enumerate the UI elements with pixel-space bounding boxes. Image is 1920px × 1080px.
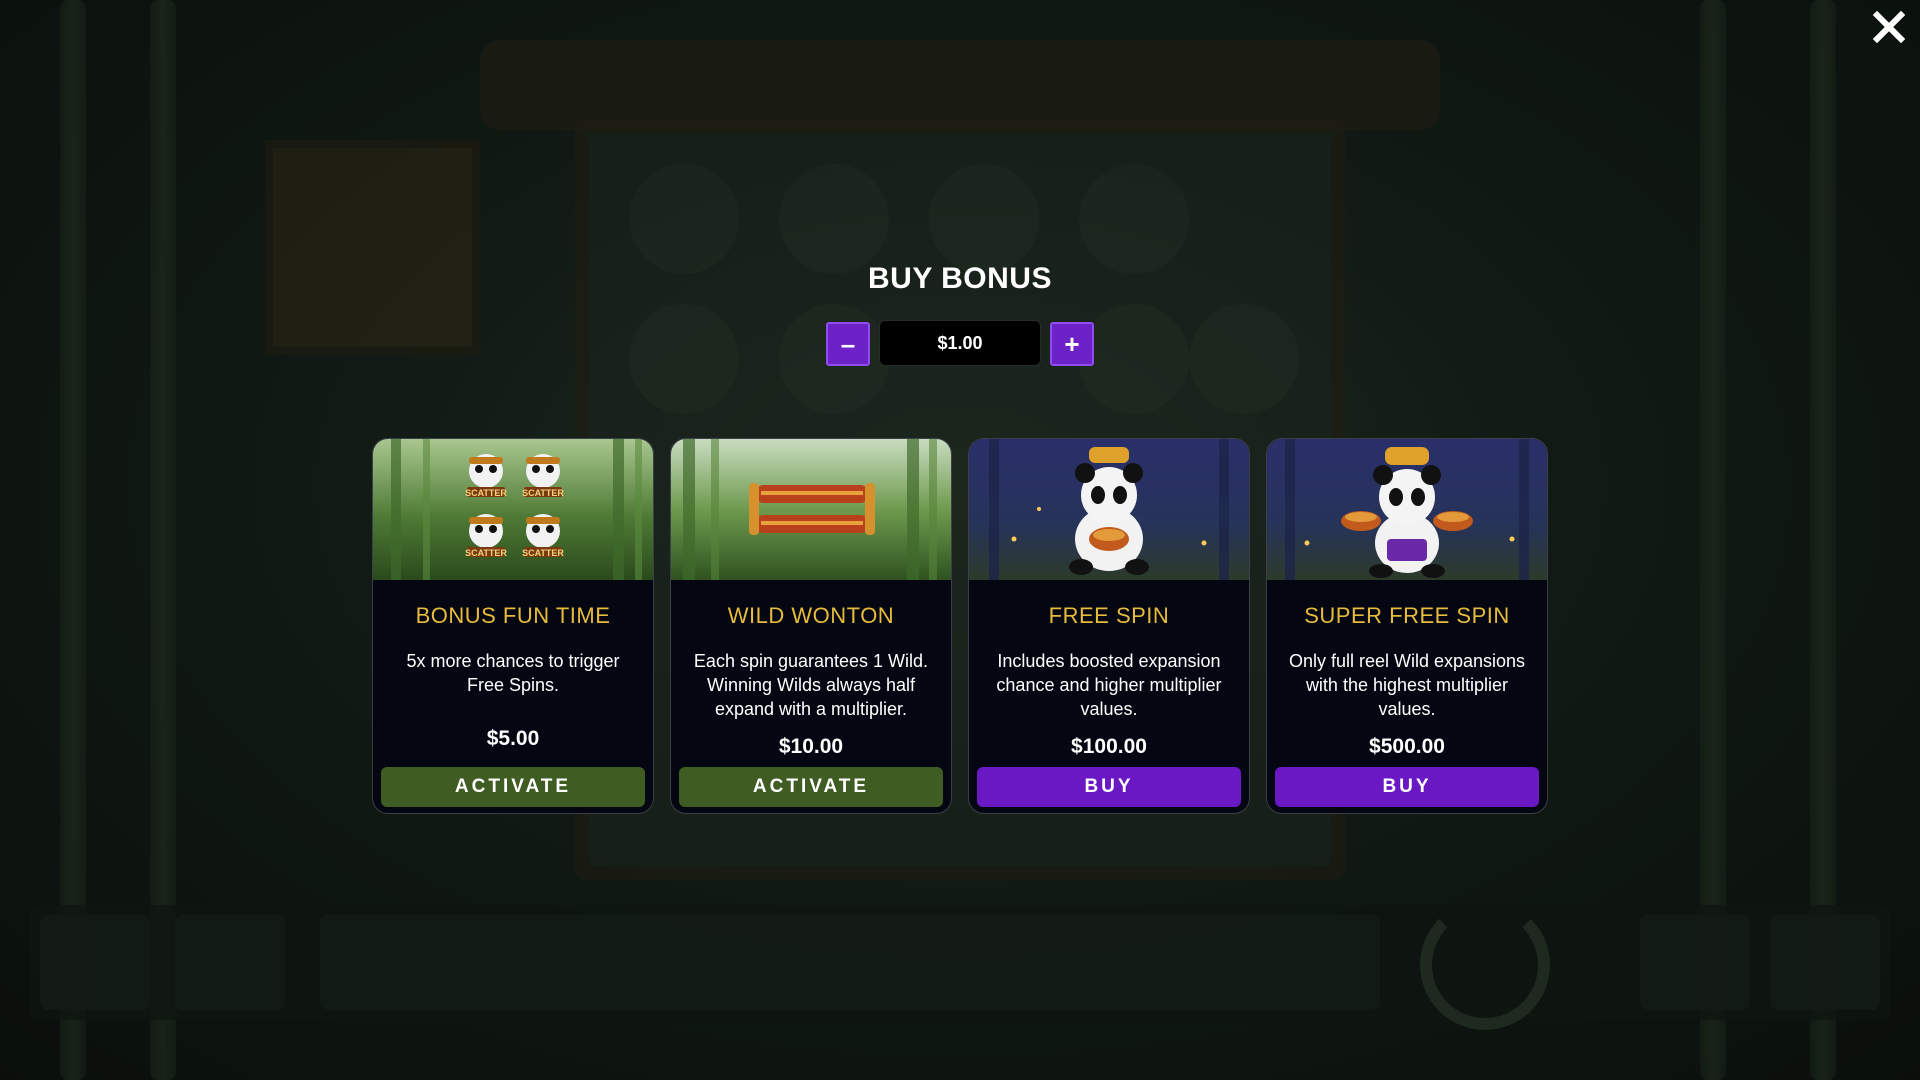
activate-button[interactable]: ACTIVATE	[381, 767, 645, 807]
close-button[interactable]	[1872, 10, 1906, 44]
background-settings-cell	[40, 915, 150, 1010]
super-free-spin-image	[1267, 439, 1547, 580]
wild-wonton-image	[671, 439, 951, 580]
panda-scatter-icon: SCATTER	[465, 454, 507, 498]
close-icon	[1872, 10, 1906, 44]
bonus-card-description: 5x more chances to trigger Free Spins.	[406, 651, 620, 695]
reel-symbol	[1079, 304, 1189, 414]
page-title: BUY BONUS	[868, 262, 1052, 295]
decrease-bet-button[interactable]: –	[826, 322, 870, 366]
background-banner	[480, 40, 1440, 130]
bonus-card-price: $5.00	[486, 727, 540, 750]
buy-button[interactable]: BUY	[1275, 767, 1539, 807]
panda-scatter-icon: SCATTER	[465, 514, 507, 558]
background-spin-ring	[1420, 900, 1550, 1030]
bonus-card-title: BONUS FUN TIME	[415, 603, 611, 628]
bonus-card-description: Each spin guarantees 1 Wild. Winning Wil…	[693, 651, 929, 719]
background-info-cell	[320, 915, 1380, 1010]
reel-symbol	[1189, 304, 1299, 414]
free-spin-image	[969, 439, 1249, 580]
bet-value-display: $1.00	[879, 320, 1041, 366]
panda-scatter-icon: SCATTER	[522, 514, 564, 558]
background-sign	[265, 140, 480, 355]
bonus-card-bonus-fun-time: SCATTER SCATTER SCATTER SCATTER BONUS FU…	[372, 438, 654, 814]
bonus-card-price: $10.00	[778, 735, 844, 758]
svg-text:SCATTER: SCATTER	[465, 548, 507, 558]
bonus-card-title: WILD WONTON	[727, 603, 895, 628]
bonus-card-free-spin: FREE SPIN Includes boosted expansion cha…	[968, 438, 1250, 814]
bonus-fun-time-image: SCATTER SCATTER SCATTER SCATTER	[373, 439, 653, 580]
svg-text:SCATTER: SCATTER	[465, 488, 507, 498]
bonus-card-title: FREE SPIN	[1048, 603, 1170, 628]
panda-scatter-icon: SCATTER	[522, 454, 564, 498]
reel-symbol	[629, 304, 739, 414]
background-menu-cell	[1640, 915, 1750, 1010]
bonus-card-description: Includes boosted expansion chance and hi…	[996, 651, 1222, 719]
reel-symbol	[929, 164, 1039, 274]
bonus-card-super-free-spin: SUPER FREE SPIN Only full reel Wild expa…	[1266, 438, 1548, 814]
bonus-card-wild-wonton: WILD WONTON Each spin guarantees 1 Wild.…	[670, 438, 952, 814]
bonus-card-price: $100.00	[1071, 735, 1147, 758]
activate-button[interactable]: ACTIVATE	[679, 767, 943, 807]
bonus-card-title: SUPER FREE SPIN	[1304, 603, 1510, 628]
svg-text:SCATTER: SCATTER	[522, 548, 564, 558]
bonus-card-price: $500.00	[1369, 735, 1445, 758]
reel-symbol	[1079, 164, 1189, 274]
increase-bet-button[interactable]: +	[1050, 322, 1094, 366]
svg-text:SCATTER: SCATTER	[522, 488, 564, 498]
reel-symbol	[629, 164, 739, 274]
background-game-scene	[0, 0, 1920, 1080]
bonus-card-description: Only full reel Wild expansions with the …	[1288, 651, 1526, 719]
background-sound-cell	[1770, 915, 1880, 1010]
reel-symbol	[779, 164, 889, 274]
background-autoplay-cell	[175, 915, 285, 1010]
buy-button[interactable]: BUY	[977, 767, 1241, 807]
